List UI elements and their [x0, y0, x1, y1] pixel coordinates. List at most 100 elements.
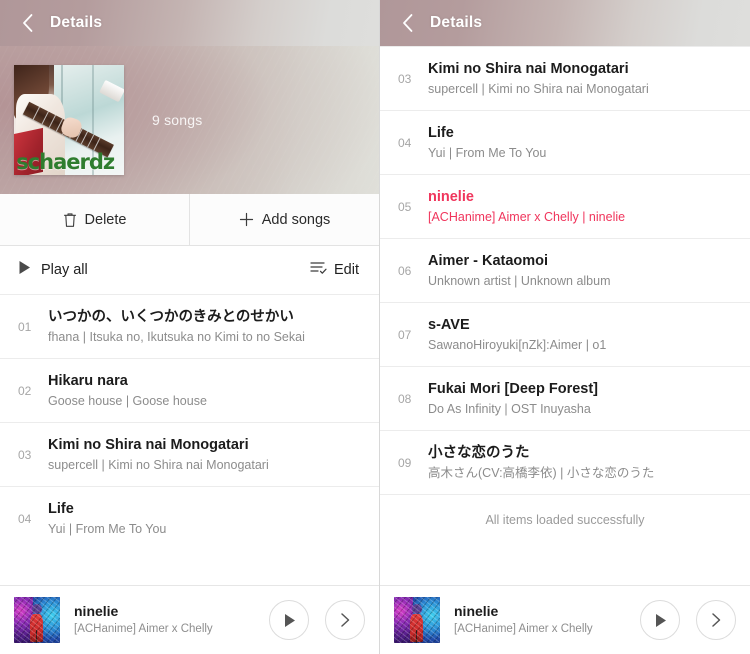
track-meta: Kimi no Shira nai Monogatari supercell | … [48, 436, 269, 474]
track-number: 04 [398, 135, 412, 150]
action-bar: Delete Add songs [0, 194, 379, 246]
left-panel: Details schaerdz 9 songs Delete Add song… [0, 0, 380, 654]
back-button[interactable] [16, 12, 38, 34]
ninelie-cover-image [394, 597, 440, 643]
track-meta: Fukai Mori [Deep Forest] Do As Infinity |… [428, 380, 598, 418]
play-all-row: Play all Edit [0, 246, 379, 294]
track-subtitle: [ACHanime] Aimer x Chelly | ninelie [428, 209, 626, 224]
track-number: 01 [18, 319, 32, 334]
track-row[interactable]: 07 s-AVE SawanoHiroyuki[nZk]:Aimer | o1 [380, 302, 750, 366]
play-triangle-icon [18, 260, 31, 280]
ninelie-cover-image [14, 597, 60, 643]
track-subtitle: supercell | Kimi no Shira nai Monogatari [48, 457, 269, 472]
edit-button[interactable]: Edit [310, 260, 359, 280]
list-footer-status: All items loaded successfully [380, 494, 750, 539]
album-hero: schaerdz 9 songs [0, 46, 379, 194]
track-title: Life [48, 500, 74, 517]
track-row[interactable]: 08 Fukai Mori [Deep Forest] Do As Infinity… [380, 366, 750, 430]
track-title: Life [428, 124, 454, 141]
player-controls [640, 600, 736, 640]
now-playing-title: ninelie [74, 603, 119, 620]
play-button[interactable] [269, 600, 309, 640]
edit-label: Edit [334, 262, 359, 278]
page-title: Details [430, 14, 483, 31]
now-playing-art[interactable] [14, 597, 60, 643]
track-number: 03 [18, 447, 32, 462]
play-triangle-icon [284, 613, 295, 627]
track-subtitle: fhana | Itsuka no, Ikutsuka no Kimi to n… [48, 329, 305, 344]
chevron-right-icon [712, 613, 721, 627]
track-meta: Life Yui | From Me To You [428, 124, 546, 162]
album-art[interactable]: schaerdz [14, 65, 124, 175]
delete-button[interactable]: Delete [0, 194, 189, 245]
add-songs-label: Add songs [261, 211, 331, 228]
track-row[interactable]: 02 Hikaru nara Goose house | Goose house [0, 358, 379, 422]
track-row[interactable]: 03 Kimi no Shira nai Monogatari supercell … [380, 46, 750, 110]
track-list: 03 Kimi no Shira nai Monogatari supercell … [380, 46, 750, 494]
track-row[interactable]: 05 ninelie [ACHanime] Aimer x Chelly | nin… [380, 174, 750, 238]
edit-list-icon [310, 260, 327, 280]
track-meta: ninelie [ACHanime] Aimer x Chelly | ninel… [428, 188, 625, 226]
track-row[interactable]: 09 小さな恋のうた 高木さん(CV:高橋李依) | 小さな恋のうた [380, 430, 750, 494]
plus-icon [239, 212, 254, 227]
track-meta: いつかの、いくつかのきみとのせかい fhana | Itsuka no, Ikut… [48, 308, 305, 346]
delete-label: Delete [84, 211, 127, 228]
play-all-label: Play all [41, 262, 88, 278]
track-number: 04 [18, 511, 32, 526]
track-title: Kimi no Shira nai Monogatari [48, 436, 249, 453]
now-playing-text[interactable]: ninelie [ACHanime] Aimer x Chelly [74, 602, 269, 638]
trash-icon [63, 212, 77, 228]
track-meta: Aimer - Kataomoi Unknown artist | Unknown… [428, 252, 611, 290]
track-list: 01 いつかの、いくつかのきみとのせかい fhana | Itsuka no, Ik… [0, 294, 379, 550]
left-mini-player: ninelie [ACHanime] Aimer x Chelly [0, 585, 379, 654]
play-triangle-icon [655, 613, 666, 627]
track-number: 08 [398, 391, 412, 406]
track-title: Aimer - Kataomoi [428, 252, 549, 269]
right-mini-player: ninelie [ACHanime] Aimer x Chelly [380, 585, 750, 654]
track-row[interactable]: 04 Life Yui | From Me To You [380, 110, 750, 174]
now-playing-art[interactable] [394, 597, 440, 643]
now-playing-subtitle: [ACHanime] Aimer x Chelly [454, 623, 593, 636]
now-playing-subtitle: [ACHanime] Aimer x Chelly [74, 623, 213, 636]
play-button[interactable] [640, 600, 680, 640]
track-number: 05 [398, 199, 412, 214]
right-app-bar: Details [380, 0, 750, 46]
track-meta: 小さな恋のうた 高木さん(CV:高橋李依) | 小さな恋のうた [428, 444, 654, 482]
track-number: 09 [398, 455, 412, 470]
page-title: Details [50, 14, 103, 31]
track-number: 03 [398, 71, 412, 86]
track-subtitle: 高木さん(CV:高橋李依) | 小さな恋のうた [428, 465, 655, 480]
track-title: Fukai Mori [Deep Forest] [428, 380, 598, 397]
track-title: ninelie [428, 188, 474, 205]
next-button[interactable] [696, 600, 736, 640]
now-playing-text[interactable]: ninelie [ACHanime] Aimer x Chelly [454, 602, 640, 638]
track-meta: s-AVE SawanoHiroyuki[nZk]:Aimer | o1 [428, 316, 606, 354]
song-count: 9 songs [152, 112, 203, 128]
album-art-image: schaerdz [14, 65, 124, 175]
track-meta: Life Yui | From Me To You [48, 500, 166, 538]
track-subtitle: Do As Infinity | OST Inuyasha [428, 401, 591, 416]
track-subtitle: Goose house | Goose house [48, 393, 207, 408]
track-title: Hikaru nara [48, 372, 128, 389]
track-meta: Kimi no Shira nai Monogatari supercell | … [428, 60, 649, 98]
add-songs-button[interactable]: Add songs [189, 194, 379, 245]
player-controls [269, 600, 365, 640]
album-art-caption: schaerdz [16, 149, 115, 174]
track-subtitle: Unknown artist | Unknown album [428, 273, 611, 288]
next-button[interactable] [325, 600, 365, 640]
back-button[interactable] [396, 12, 418, 34]
track-title: いつかの、いくつかのきみとのせかい [48, 308, 294, 325]
track-row[interactable]: 06 Aimer - Kataomoi Unknown artist | Unkno… [380, 238, 750, 302]
dual-screenshot-container: Details schaerdz 9 songs Delete Add song… [0, 0, 750, 654]
track-row[interactable]: 04 Life Yui | From Me To You [0, 486, 379, 550]
right-panel: Details 03 Kimi no Shira nai Monogatari su… [380, 0, 750, 654]
track-number: 07 [398, 327, 412, 342]
track-number: 02 [18, 383, 32, 398]
play-all-button[interactable]: Play all [18, 260, 88, 280]
track-row[interactable]: 01 いつかの、いくつかのきみとのせかい fhana | Itsuka no, Ik… [0, 294, 379, 358]
track-title: s-AVE [428, 316, 470, 333]
chevron-right-icon [341, 613, 350, 627]
track-meta: Hikaru nara Goose house | Goose house [48, 372, 207, 410]
track-subtitle: SawanoHiroyuki[nZk]:Aimer | o1 [428, 337, 607, 352]
track-row[interactable]: 03 Kimi no Shira nai Monogatari supercell … [0, 422, 379, 486]
